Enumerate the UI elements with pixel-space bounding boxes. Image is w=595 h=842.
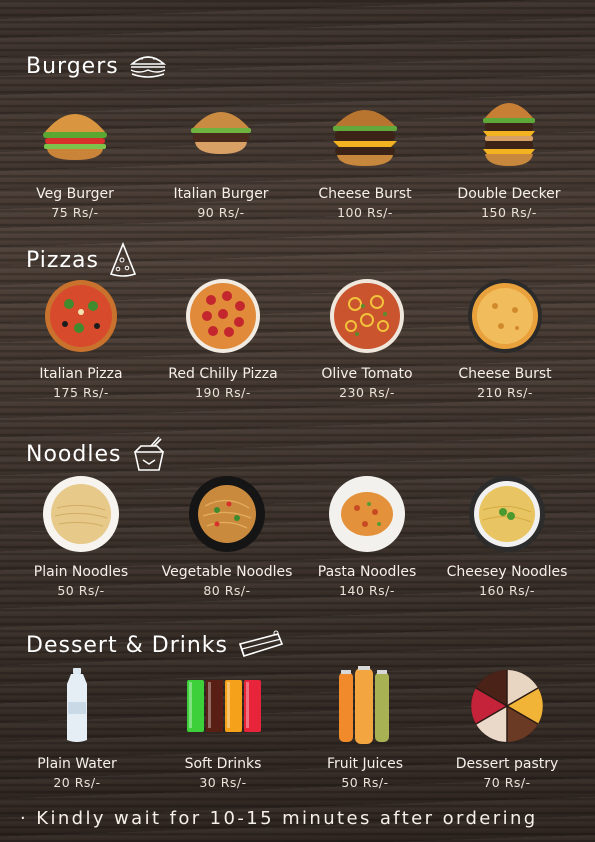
menu-item-italian-burger[interactable]: Italian Burger 90 Rs/-	[148, 96, 294, 220]
item-price: 230 Rs/-	[339, 385, 395, 400]
menu-item-plain-noodles[interactable]: Plain Noodles 50 Rs/-	[8, 474, 154, 598]
item-name: Cheesey Noodles	[446, 564, 568, 580]
item-name: Dessert pastry	[455, 756, 559, 772]
item-name: Cheese Burst	[318, 186, 412, 202]
menu-item-olive-tomato[interactable]: Olive Tomato 230 Rs/-	[294, 276, 440, 400]
section-title-text: Pizzas	[26, 247, 99, 273]
menu-item-italian-pizza[interactable]: Italian Pizza 175 Rs/-	[8, 276, 154, 400]
item-price: 50 Rs/-	[57, 583, 105, 598]
item-price: 80 Rs/-	[203, 583, 251, 598]
footer-note: · Kindly wait for 10-15 minutes after or…	[20, 808, 538, 829]
item-price: 20 Rs/-	[53, 775, 101, 790]
red-chilly-pizza-image	[186, 279, 260, 353]
pizzas-row: Italian Pizza 175 Rs/- Red Chilly Pizza …	[0, 276, 595, 406]
section-title-pizzas: Pizzas	[26, 242, 137, 278]
menu-item-pasta-noodles[interactable]: Pasta Noodles 140 Rs/-	[294, 474, 440, 598]
item-price: 210 Rs/-	[477, 385, 533, 400]
plain-noodles-image	[43, 476, 119, 552]
item-price: 75 Rs/-	[51, 205, 99, 220]
menu-item-red-chilly-pizza[interactable]: Red Chilly Pizza 190 Rs/-	[150, 276, 296, 400]
menu-item-cheese-burst-pizza[interactable]: Cheese Burst 210 Rs/-	[432, 276, 578, 400]
item-name: Pasta Noodles	[317, 564, 417, 580]
menu-item-plain-water[interactable]: Plain Water 20 Rs/-	[4, 666, 150, 790]
cheese-burst-pizza-image	[468, 279, 542, 353]
item-price: 190 Rs/-	[195, 385, 251, 400]
vegetable-noodles-image	[189, 476, 265, 552]
soft-drinks-image	[187, 680, 261, 732]
section-title-burgers: Burgers	[26, 52, 167, 80]
menu-item-cheesey-noodles[interactable]: Cheesey Noodles 160 Rs/-	[434, 474, 580, 598]
item-price: 70 Rs/-	[483, 775, 531, 790]
dessert-pastry-image	[471, 670, 543, 742]
menu-item-soft-drinks[interactable]: Soft Drinks 30 Rs/-	[150, 666, 296, 790]
section-title-dessert-drinks: Dessert & Drinks	[26, 630, 284, 660]
olive-tomato-pizza-image	[330, 279, 404, 353]
italian-pizza-image	[45, 280, 117, 352]
pasta-noodles-image	[329, 476, 405, 552]
section-title-noodles: Noodles	[26, 436, 167, 472]
item-price: 30 Rs/-	[199, 775, 247, 790]
menu-item-veg-burger[interactable]: Veg Burger 75 Rs/-	[2, 96, 148, 220]
section-title-text: Noodles	[26, 441, 122, 467]
burger-icon	[129, 56, 166, 78]
double-decker-burger-image	[483, 103, 535, 166]
item-name: Double Decker	[457, 186, 561, 202]
item-name: Plain Noodles	[33, 564, 129, 580]
item-price: 160 Rs/-	[479, 583, 535, 598]
item-price: 50 Rs/-	[341, 775, 389, 790]
noodles-row: Plain Noodles 50 Rs/- Vegetable Noodles …	[0, 474, 595, 604]
cheesey-noodles-image	[469, 476, 545, 552]
italian-burger-image	[191, 112, 251, 154]
item-name: Veg Burger	[36, 186, 114, 202]
fruit-juices-image	[339, 666, 389, 744]
menu-item-vegetable-noodles[interactable]: Vegetable Noodles 80 Rs/-	[154, 474, 300, 598]
item-price: 175 Rs/-	[53, 385, 109, 400]
menu-item-dessert-pastry[interactable]: Dessert pastry 70 Rs/-	[434, 666, 580, 790]
item-price: 100 Rs/-	[337, 205, 393, 220]
section-title-text: Burgers	[26, 53, 119, 79]
item-name: Italian Burger	[173, 186, 269, 202]
item-name: Plain Water	[37, 756, 117, 772]
item-name: Cheese Burst	[458, 366, 552, 382]
menu-item-double-decker[interactable]: Double Decker 150 Rs/-	[436, 96, 582, 220]
item-name: Red Chilly Pizza	[168, 366, 278, 382]
menu-item-fruit-juices[interactable]: Fruit Juices 50 Rs/-	[292, 666, 438, 790]
water-bottle-image	[67, 668, 87, 742]
menu-item-cheese-burst-burger[interactable]: Cheese Burst 100 Rs/-	[292, 96, 438, 220]
veg-burger-image	[43, 114, 107, 160]
item-name: Olive Tomato	[321, 366, 413, 382]
cake-slice-icon	[238, 630, 284, 657]
noodle-box-icon	[134, 436, 165, 471]
burgers-row: Veg Burger 75 Rs/- Italian Burger 90 Rs/…	[0, 96, 595, 226]
dessert-drinks-row: Plain Water 20 Rs/- Soft Drinks 30 Rs/- …	[0, 666, 595, 796]
section-title-text: Dessert & Drinks	[26, 632, 228, 658]
item-name: Vegetable Noodles	[161, 564, 293, 580]
item-name: Fruit Juices	[327, 756, 403, 772]
item-name: Italian Pizza	[39, 366, 123, 382]
pizza-slice-icon	[109, 242, 136, 277]
cheese-burst-burger-image	[333, 110, 397, 166]
item-price: 140 Rs/-	[339, 583, 395, 598]
item-price: 150 Rs/-	[481, 205, 537, 220]
item-price: 90 Rs/-	[197, 205, 245, 220]
item-name: Soft Drinks	[184, 756, 262, 772]
